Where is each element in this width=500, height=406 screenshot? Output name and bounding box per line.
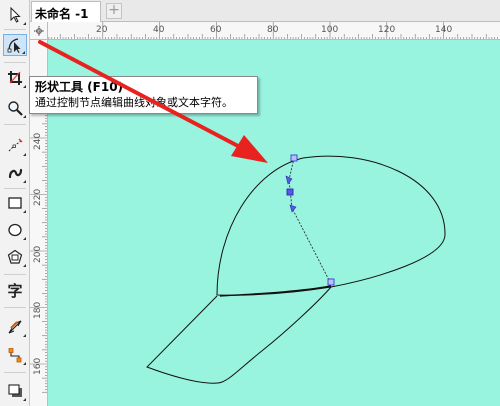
toolbox-separator bbox=[4, 372, 26, 373]
ruler-label: 220 bbox=[33, 189, 43, 206]
freehand-curve-icon bbox=[8, 138, 23, 152]
freehand-tool-button[interactable] bbox=[3, 135, 27, 157]
crop-tool-button[interactable] bbox=[3, 67, 27, 89]
rectangle-tool-button[interactable] bbox=[3, 192, 27, 214]
polygon-icon bbox=[7, 249, 23, 264]
toolbox-separator bbox=[4, 307, 26, 308]
control-handle-line bbox=[288, 157, 332, 285]
ruler-label: 60 bbox=[210, 25, 222, 35]
cap-crown-curve[interactable] bbox=[216, 155, 446, 296]
artistic-media-icon bbox=[8, 168, 23, 179]
ruler-label: 240 bbox=[33, 133, 43, 150]
curve-node[interactable] bbox=[327, 278, 335, 286]
flyout-indicator-icon bbox=[23, 85, 26, 88]
tool-tooltip: 形状工具 (F10) 通过控制节点编辑曲线对象或文本字符。 bbox=[29, 76, 258, 114]
ruler-label: 140 bbox=[435, 25, 452, 35]
cap-brim-seam-curve[interactable] bbox=[219, 285, 332, 297]
ruler-origin-corner[interactable] bbox=[30, 22, 48, 40]
drop-shadow-tool-button[interactable] bbox=[3, 380, 27, 402]
ruler-label: 80 bbox=[267, 25, 279, 35]
ellipse-tool-button[interactable] bbox=[3, 219, 27, 241]
flyout-indicator-icon bbox=[23, 180, 26, 183]
flyout-indicator-icon bbox=[22, 51, 25, 54]
ruler-origin-icon bbox=[34, 26, 44, 36]
pick-tool-button[interactable] bbox=[3, 4, 27, 26]
toolbox-separator bbox=[4, 62, 26, 63]
toolbox-separator bbox=[4, 29, 26, 30]
dimension-tool-button[interactable] bbox=[3, 316, 27, 338]
zoom-tool-button[interactable] bbox=[3, 97, 27, 119]
toolbox-separator bbox=[4, 188, 26, 189]
curve-node[interactable] bbox=[286, 188, 294, 196]
ruler-label: 20 bbox=[96, 25, 108, 35]
toolbox: 字 bbox=[0, 0, 30, 406]
flyout-indicator-icon bbox=[23, 115, 26, 118]
flyout-indicator-icon bbox=[23, 22, 26, 25]
ruler-label: 180 bbox=[33, 302, 43, 319]
toolbox-separator bbox=[4, 124, 26, 125]
toolbox-separator bbox=[4, 274, 26, 275]
cap-brim-curve[interactable] bbox=[146, 286, 332, 384]
shape-tool-button[interactable] bbox=[3, 34, 27, 56]
ruler-label: 160 bbox=[33, 358, 43, 375]
flyout-indicator-icon bbox=[23, 264, 26, 267]
text-tool-button[interactable]: 字 bbox=[3, 280, 27, 302]
connector-icon bbox=[8, 348, 22, 363]
horizontal-ruler[interactable]: 20 40 60 80 100 120 140 bbox=[48, 22, 500, 40]
ruler-label: 200 bbox=[33, 246, 43, 263]
curve-node[interactable] bbox=[290, 154, 298, 162]
add-document-tab-button[interactable]: + bbox=[106, 3, 122, 19]
crop-icon bbox=[8, 71, 22, 85]
polygon-tool-button[interactable] bbox=[3, 246, 27, 268]
flyout-indicator-icon bbox=[23, 210, 26, 213]
pointer-arrow-icon bbox=[10, 7, 21, 23]
ruler-label: 120 bbox=[378, 25, 395, 35]
text-icon: 字 bbox=[7, 282, 23, 300]
tooltip-description: 通过控制节点编辑曲线对象或文本字符。 bbox=[35, 96, 233, 109]
rectangle-icon bbox=[8, 197, 22, 209]
control-point-arrow-icon[interactable] bbox=[285, 175, 293, 185]
parallel-dimension-icon bbox=[8, 320, 22, 334]
magnifier-icon bbox=[8, 101, 23, 116]
flyout-indicator-icon bbox=[23, 334, 26, 337]
flyout-indicator-icon bbox=[23, 398, 26, 401]
artistic-media-tool-button[interactable] bbox=[3, 162, 27, 184]
control-point-arrow-icon[interactable] bbox=[289, 204, 297, 213]
flyout-indicator-icon bbox=[23, 237, 26, 240]
document-tab[interactable]: 未命名 -1 bbox=[31, 1, 101, 22]
ruler-label: 40 bbox=[153, 25, 165, 35]
flyout-indicator-icon bbox=[23, 153, 26, 156]
drop-shadow-icon bbox=[8, 384, 22, 397]
document-tab-bar: 未命名 -1 + bbox=[30, 0, 500, 22]
ruler-label: 100 bbox=[321, 25, 338, 35]
connector-tool-button[interactable] bbox=[3, 344, 27, 366]
flyout-indicator-icon bbox=[23, 362, 26, 365]
tooltip-title: 形状工具 (F10) bbox=[35, 80, 124, 94]
ellipse-icon bbox=[8, 223, 22, 237]
